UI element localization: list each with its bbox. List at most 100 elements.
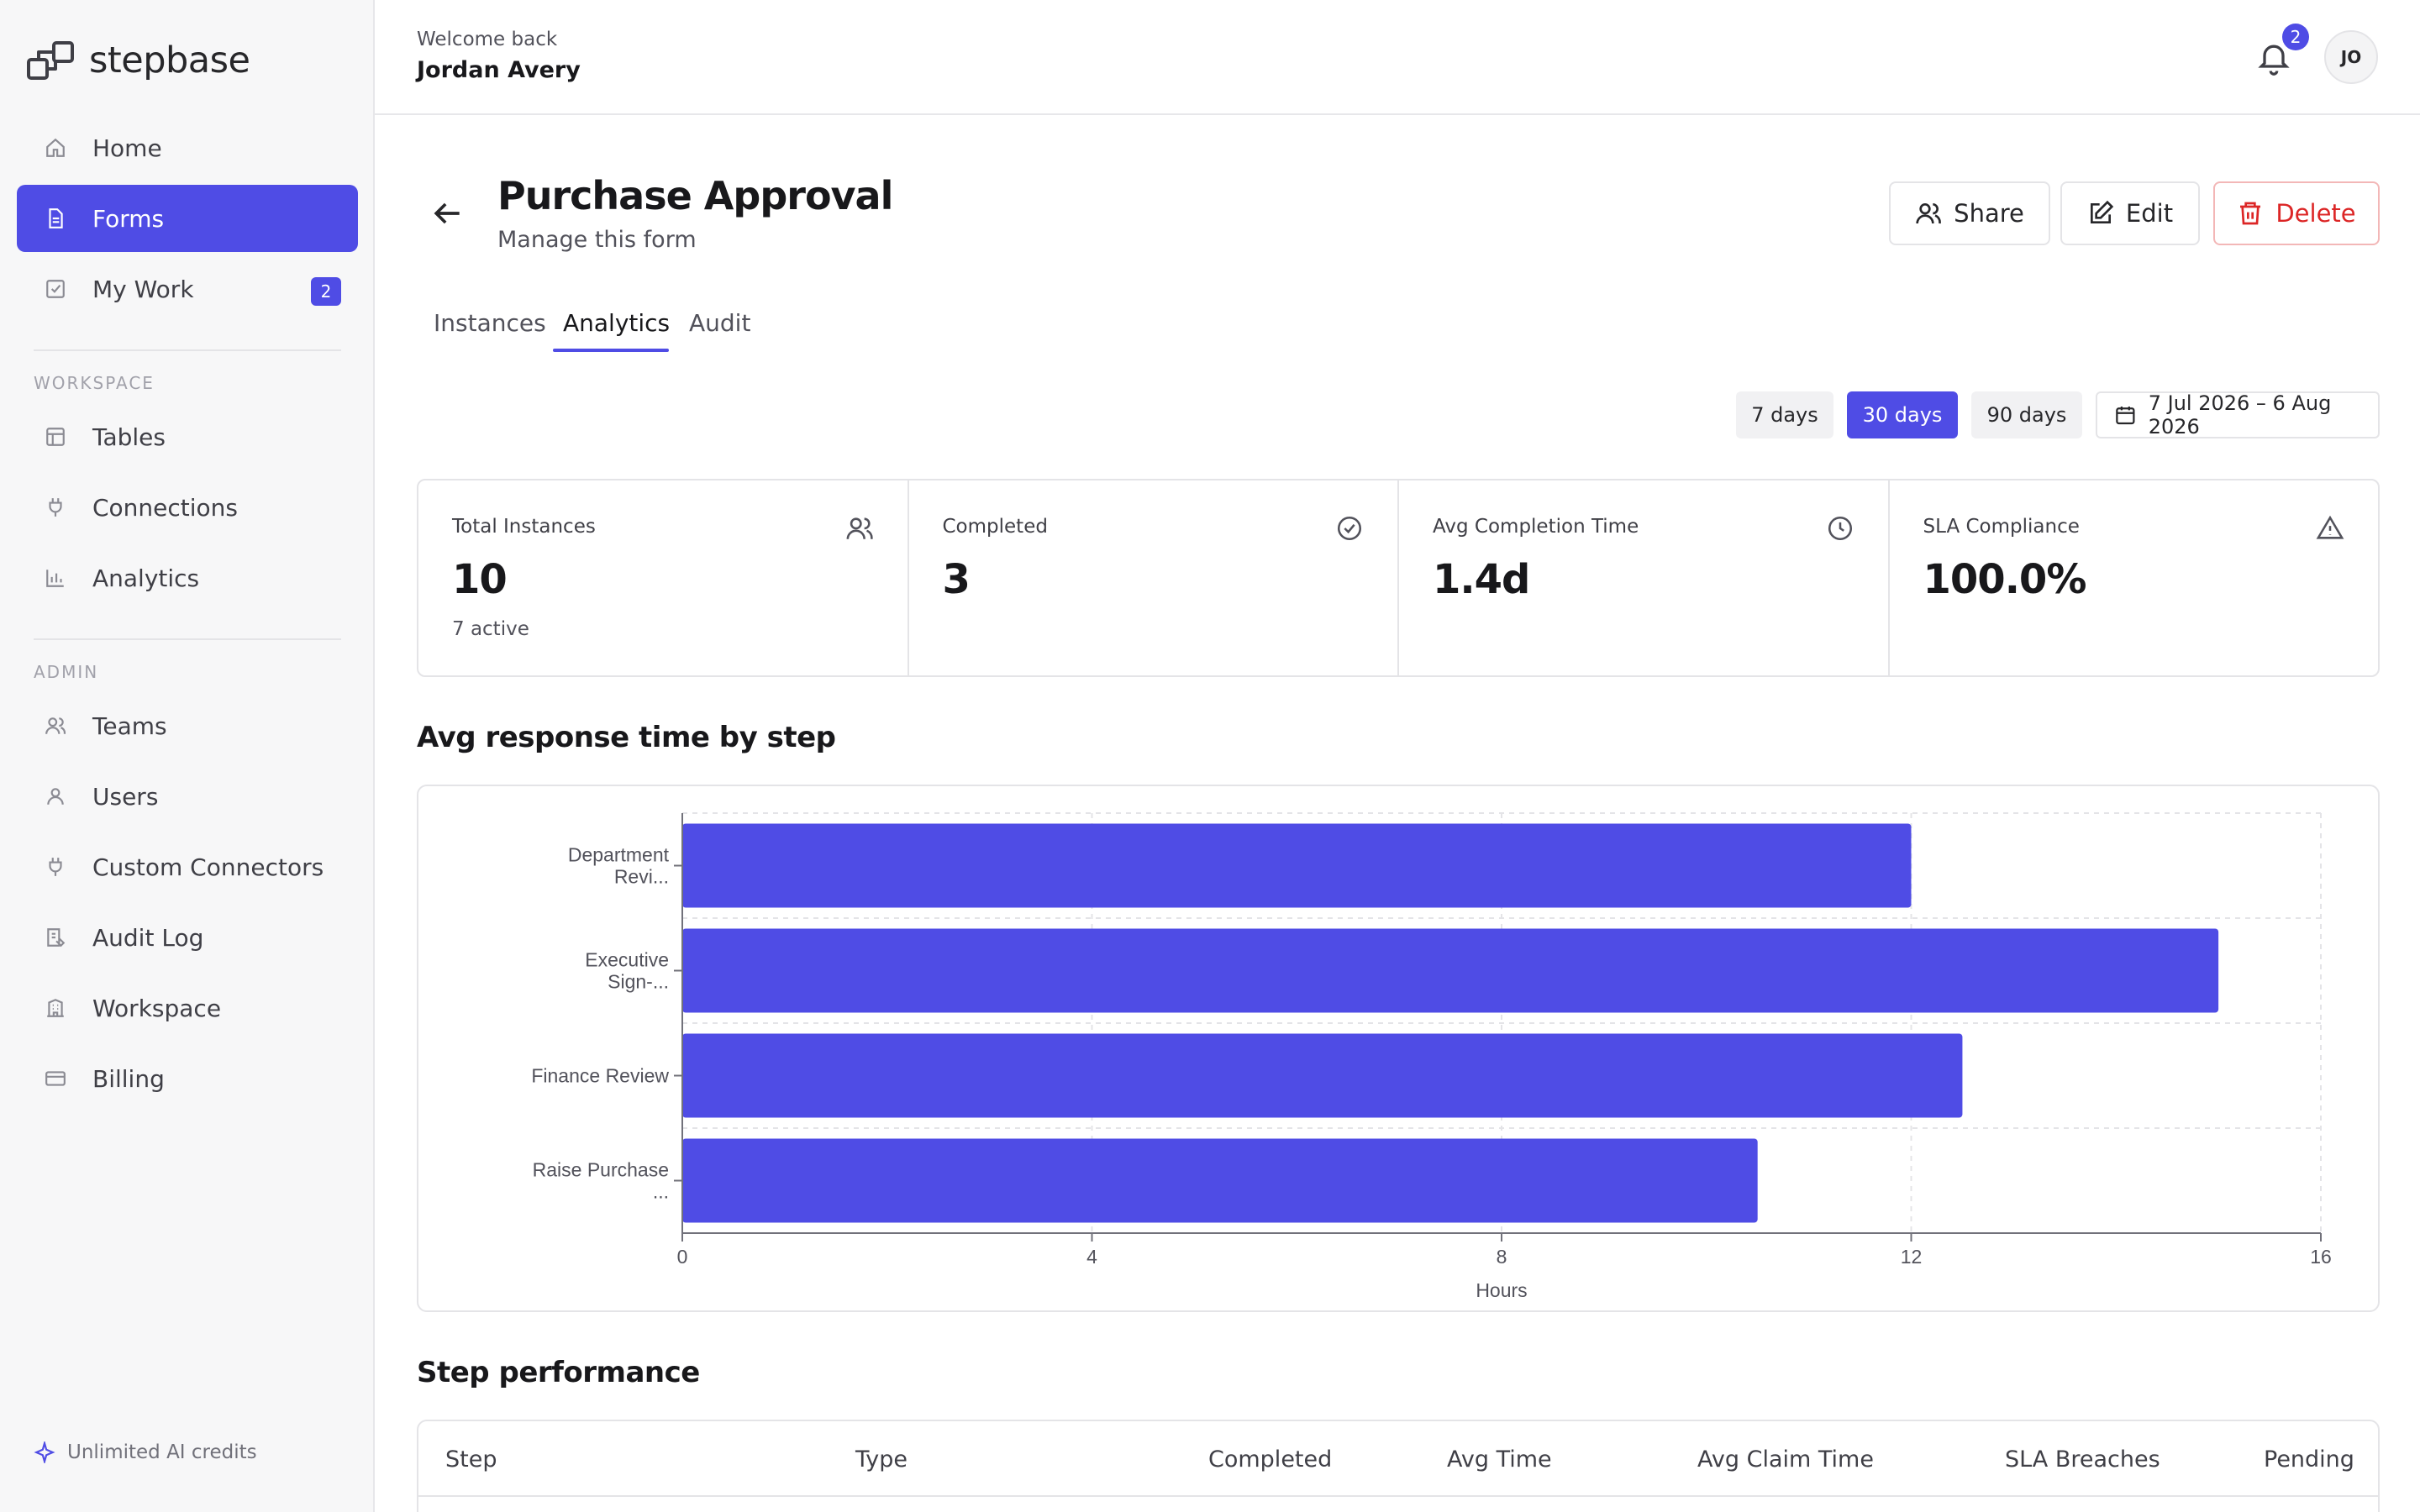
sidebar-item-forms[interactable]: Forms	[17, 185, 358, 252]
sidebar-item-analytics[interactable]: Analytics	[17, 544, 358, 612]
back-button[interactable]	[429, 195, 466, 232]
sidebar-item-workspace[interactable]: Workspace	[17, 974, 358, 1042]
sidebar-item-label: Home	[92, 134, 162, 162]
stat-avg-completion-time: Avg Completion Time 1.4d	[1399, 480, 1890, 675]
y-tick-label-line: Revi...	[614, 866, 669, 888]
column-header-pending[interactable]: Pending	[2264, 1446, 2354, 1473]
response-time-chart: Department Revi... Executive Sign-... Financ…	[531, 812, 2332, 1301]
page-title: Purchase Approval	[497, 173, 893, 218]
topbar: Welcome back Jordan Avery 2 JO	[375, 0, 2420, 115]
ai-credits-label: Unlimited AI credits	[67, 1441, 257, 1463]
sidebar-item-label: Audit Log	[92, 923, 204, 952]
stat-completed: Completed 3	[909, 480, 1399, 675]
sidebar-item-users[interactable]: Users	[17, 763, 358, 830]
sidebar-item-label: Teams	[92, 711, 167, 740]
x-tick-label: 8	[1497, 1246, 1507, 1268]
column-header-avg-claim-time[interactable]: Avg Claim Time	[1697, 1446, 1874, 1473]
user-icon	[44, 785, 67, 808]
sidebar-item-audit-log[interactable]: Audit Log	[17, 904, 358, 971]
stat-label: Total Instances	[452, 516, 596, 538]
document-icon	[44, 207, 67, 230]
plug-icon	[44, 855, 67, 879]
y-tick-label-line: Department	[568, 844, 670, 866]
x-tick-label: 16	[2310, 1246, 2332, 1268]
column-header-completed[interactable]: Completed	[1208, 1446, 1332, 1473]
tab-analytics[interactable]: Analytics	[563, 309, 670, 337]
chart-title: Avg response time by step	[417, 721, 836, 754]
edit-icon	[2090, 200, 2114, 223]
y-tick-label-line: Sign-...	[608, 971, 669, 993]
page-subtitle: Manage this form	[497, 227, 697, 253]
edit-button[interactable]: Edit	[2060, 181, 2200, 245]
sidebar-item-billing[interactable]: Billing	[17, 1045, 358, 1112]
sidebar-item-label: Billing	[92, 1064, 165, 1093]
arrow-left-icon	[434, 202, 460, 224]
stat-value: 1.4d	[1433, 556, 1530, 603]
sidebar-item-tables[interactable]: Tables	[17, 403, 358, 470]
stat-label: SLA Compliance	[1923, 516, 2080, 538]
stat-label: Avg Completion Time	[1433, 516, 1639, 538]
x-axis-label: Hours	[1476, 1279, 1527, 1301]
my-work-count-badge: 2	[311, 277, 341, 306]
date-range-label: 7 Jul 2026 – 6 Aug 2026	[2148, 391, 2332, 438]
calendar-icon	[2116, 406, 2135, 425]
range-7-days-button[interactable]: 7 days	[1736, 391, 1833, 438]
range-90-days-button[interactable]: 90 days	[1971, 391, 2082, 438]
sidebar-section-workspace: WORKSPACE	[34, 373, 155, 393]
sidebar-item-label: Workspace	[92, 994, 222, 1022]
share-label: Share	[1954, 199, 2024, 228]
stat-subtext: 7 active	[452, 618, 529, 640]
x-tick-label: 4	[1086, 1246, 1097, 1268]
users-icon	[846, 517, 873, 540]
sidebar-item-my-work[interactable]: My Work 2	[17, 255, 358, 323]
range-30-days-button[interactable]: 30 days	[1847, 391, 1958, 438]
column-header-type[interactable]: Type	[855, 1446, 908, 1473]
delete-label: Delete	[2275, 199, 2356, 228]
edit-label: Edit	[2125, 199, 2174, 228]
logo-icon	[27, 41, 74, 80]
sidebar-item-home[interactable]: Home	[17, 114, 358, 181]
table-icon	[44, 425, 67, 449]
x-tick-label: 12	[1901, 1246, 1923, 1268]
logo-text: stepbase	[89, 39, 250, 81]
table-header-divider	[418, 1495, 2378, 1497]
y-tick-label-line: Raise Purchase	[533, 1159, 669, 1181]
building-icon	[44, 996, 67, 1020]
sidebar-divider	[34, 349, 341, 351]
stat-value: 3	[942, 556, 971, 603]
sidebar-item-label: Forms	[92, 204, 165, 233]
table-title: Step performance	[417, 1356, 700, 1389]
avatar[interactable]: JO	[2324, 30, 2378, 84]
sparkle-icon	[34, 1441, 55, 1463]
share-button[interactable]: Share	[1889, 181, 2050, 245]
column-header-sla-breaches[interactable]: SLA Breaches	[2005, 1446, 2160, 1473]
date-range-picker[interactable]: 7 Jul 2026 – 6 Aug 2026	[2096, 391, 2380, 438]
tab-audit[interactable]: Audit	[689, 309, 750, 337]
tab-instances[interactable]: Instances	[434, 309, 546, 337]
chart-bar	[682, 823, 1912, 908]
sidebar-item-custom-connectors[interactable]: Custom Connectors	[17, 833, 358, 900]
active-tab-indicator	[553, 349, 669, 352]
sidebar-item-label: Connections	[92, 493, 239, 522]
logo[interactable]: stepbase	[27, 39, 250, 82]
users-icon	[44, 714, 67, 738]
notification-count-badge: 2	[2282, 24, 2309, 50]
column-header-step[interactable]: Step	[445, 1446, 497, 1473]
sidebar-section-admin: ADMIN	[34, 662, 99, 682]
chart-bar	[682, 1138, 1758, 1223]
column-header-avg-time[interactable]: Avg Time	[1447, 1446, 1552, 1473]
check-circle-icon	[1337, 516, 1362, 541]
stat-total-instances: Total Instances 10 7 active	[418, 480, 909, 675]
users-icon	[1916, 203, 1942, 224]
stat-label: Completed	[942, 516, 1048, 538]
y-tick-label-line: Executive	[585, 949, 669, 971]
sidebar-divider	[34, 638, 341, 640]
chart-card: Department Revi... Executive Sign-... Financ…	[417, 785, 2380, 1312]
delete-button[interactable]: Delete	[2213, 181, 2380, 245]
sidebar-item-teams[interactable]: Teams	[17, 692, 358, 759]
sidebar-item-connections[interactable]: Connections	[17, 474, 358, 541]
home-icon	[44, 136, 67, 160]
sidebar-item-label: Tables	[92, 423, 166, 451]
chart-bar	[682, 1033, 1963, 1118]
y-tick-label-line: Finance Review	[531, 1065, 669, 1087]
